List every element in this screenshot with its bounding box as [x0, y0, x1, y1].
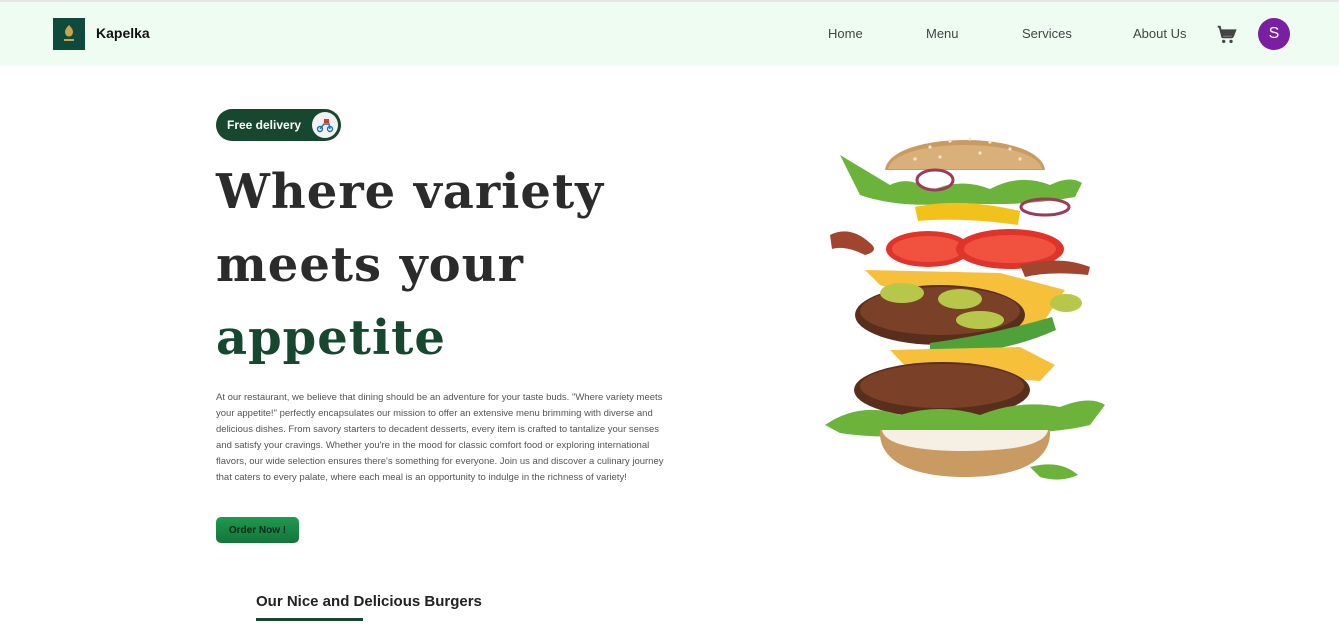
delivery-scooter-icon — [312, 112, 338, 138]
navbar: Kapelka Home Menu Services About Us S — [0, 2, 1339, 66]
section-title-underline — [256, 618, 363, 621]
hero-headline: Where variety meets your appetite — [216, 156, 776, 375]
headline-line-2: meets your — [216, 237, 524, 293]
user-avatar[interactable]: S — [1258, 18, 1290, 50]
hero-description: At our restaurant, we believe that dinin… — [216, 392, 664, 484]
logo-emblem-icon — [64, 25, 74, 41]
burgers-section-title: Our Nice and Delicious Burgers — [256, 593, 482, 610]
nav-link-menu[interactable]: Menu — [926, 26, 959, 41]
headline-line-1: Where variety — [216, 164, 604, 220]
nav-link-home[interactable]: Home — [828, 26, 863, 41]
burger-image — [825, 137, 1105, 480]
brand-name[interactable]: Kapelka — [96, 25, 150, 41]
badge-label: Free delivery — [227, 118, 302, 132]
cart-icon[interactable] — [1215, 24, 1237, 46]
avatar-initial: S — [1268, 25, 1280, 42]
headline-line-3: appetite — [216, 310, 446, 366]
nav-link-about-us[interactable]: About Us — [1133, 26, 1186, 41]
order-now-button[interactable]: Order Now ! — [216, 517, 299, 543]
nav-link-services[interactable]: Services — [1022, 26, 1072, 41]
free-delivery-badge: Free delivery — [216, 109, 341, 141]
brand-logo[interactable] — [53, 18, 85, 50]
